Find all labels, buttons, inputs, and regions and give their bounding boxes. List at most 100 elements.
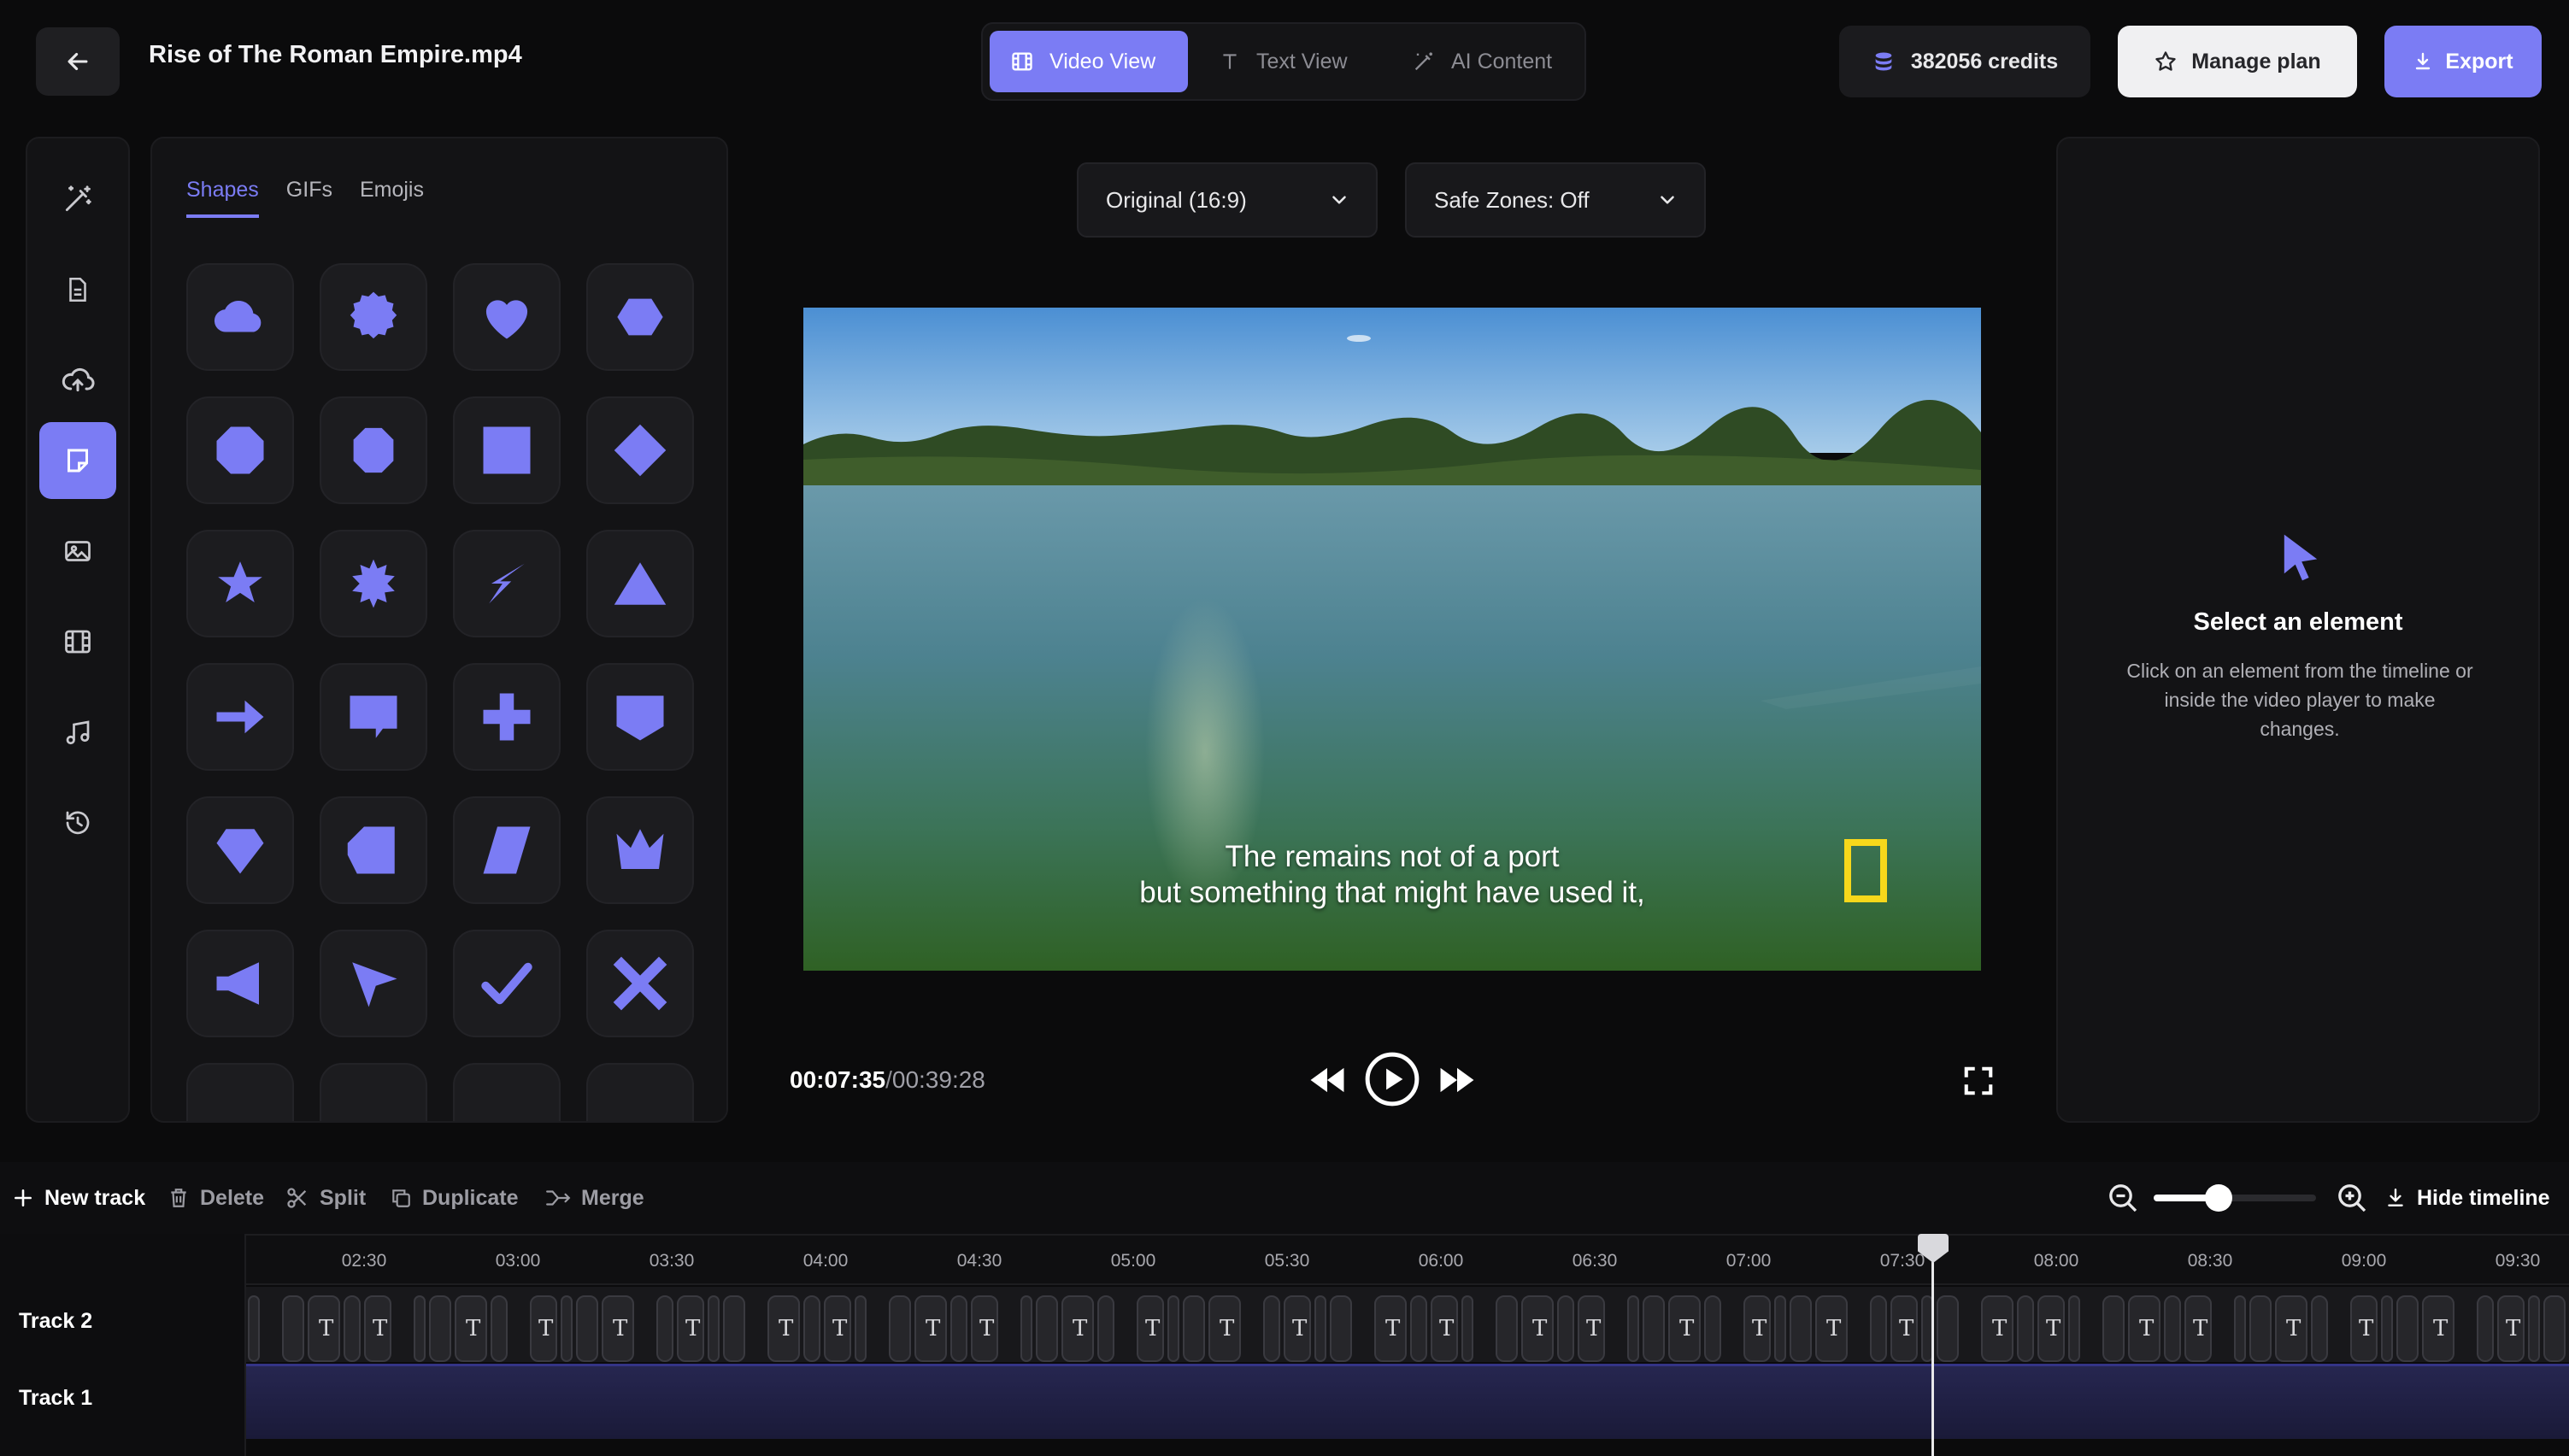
shape-x-mark[interactable] bbox=[586, 930, 694, 1037]
subtitle-clip[interactable] bbox=[2477, 1295, 2494, 1362]
playhead-line[interactable] bbox=[1931, 1236, 1934, 1456]
delete-button[interactable]: Delete bbox=[168, 1162, 264, 1234]
subtitle-clip[interactable]: T bbox=[308, 1295, 340, 1362]
shape-heart[interactable] bbox=[453, 263, 561, 371]
rail-magic-wand[interactable] bbox=[39, 161, 116, 238]
fullscreen-button[interactable] bbox=[1962, 1065, 1995, 1101]
subtitle-clip[interactable] bbox=[2249, 1295, 2272, 1362]
subtitle-clip[interactable]: T bbox=[1981, 1295, 2013, 1362]
subtitle-clip[interactable] bbox=[2543, 1295, 2566, 1362]
subtitle-clip[interactable] bbox=[1167, 1295, 1179, 1362]
shape-star[interactable] bbox=[186, 530, 294, 637]
subtitle-clip[interactable]: T bbox=[602, 1295, 634, 1362]
subtitle-clip[interactable] bbox=[561, 1295, 573, 1362]
subtitle-clip[interactable]: T bbox=[914, 1295, 947, 1362]
subtitle-clip[interactable]: T bbox=[1815, 1295, 1848, 1362]
subtitle-clip[interactable] bbox=[1036, 1295, 1058, 1362]
subtitle-clip[interactable] bbox=[491, 1295, 508, 1362]
subtitle-clip[interactable] bbox=[950, 1295, 967, 1362]
subtitle-clip[interactable]: T bbox=[364, 1295, 391, 1362]
subtitle-clip[interactable]: T bbox=[2350, 1295, 2378, 1362]
subtitle-clip[interactable] bbox=[1496, 1295, 1518, 1362]
video-canvas[interactable]: The remains not of a port but something … bbox=[803, 308, 1981, 971]
subtitle-clip[interactable] bbox=[1870, 1295, 1887, 1362]
subtitle-clip[interactable] bbox=[2396, 1295, 2419, 1362]
subtitle-clip[interactable] bbox=[2068, 1295, 2080, 1362]
subtitle-clip[interactable] bbox=[248, 1295, 260, 1362]
subtitle-clip[interactable]: T bbox=[1431, 1295, 1458, 1362]
timeline-ruler[interactable]: 02:30 03:00 03:30 04:00 04:30 05:00 05:30 06:00… bbox=[246, 1234, 2569, 1285]
shape-pentagon[interactable] bbox=[320, 796, 427, 904]
shape-lightning[interactable] bbox=[453, 530, 561, 637]
subtitle-clip[interactable] bbox=[855, 1295, 867, 1362]
subtitle-clip[interactable] bbox=[2164, 1295, 2181, 1362]
shape-shield[interactable] bbox=[586, 663, 694, 771]
subtitle-clip[interactable] bbox=[1704, 1295, 1721, 1362]
rail-video[interactable] bbox=[39, 603, 116, 680]
subtitle-clip[interactable]: T bbox=[1284, 1295, 1311, 1362]
tab-shapes[interactable]: Shapes bbox=[186, 178, 259, 218]
subtitle-clip[interactable] bbox=[708, 1295, 720, 1362]
subtitle-clip[interactable] bbox=[1183, 1295, 1205, 1362]
subtitle-clip[interactable] bbox=[2234, 1295, 2246, 1362]
subtitle-clip[interactable]: T bbox=[530, 1295, 557, 1362]
subtitle-clip[interactable] bbox=[1627, 1295, 1639, 1362]
subtitle-clip[interactable] bbox=[1330, 1295, 1352, 1362]
subtitle-clip[interactable]: T bbox=[767, 1295, 800, 1362]
track-label-2[interactable]: Track 2 bbox=[19, 1309, 92, 1334]
shape-cross[interactable] bbox=[453, 663, 561, 771]
shape-gem[interactable] bbox=[186, 796, 294, 904]
subtitle-clip[interactable] bbox=[889, 1295, 911, 1362]
rail-images[interactable] bbox=[39, 513, 116, 590]
subtitle-clip[interactable] bbox=[576, 1295, 598, 1362]
duplicate-button[interactable]: Duplicate bbox=[390, 1162, 519, 1234]
shape-checkmark[interactable] bbox=[453, 930, 561, 1037]
subtitle-clip[interactable] bbox=[1263, 1295, 1280, 1362]
tab-text-view[interactable]: Text View bbox=[1198, 31, 1368, 92]
shape-megaphone[interactable] bbox=[186, 930, 294, 1037]
export-button[interactable]: Export bbox=[2384, 26, 2542, 97]
safe-zones-select[interactable]: Safe Zones: Off bbox=[1405, 162, 1706, 238]
subtitle-clip[interactable] bbox=[2381, 1295, 2393, 1362]
shape-parallelogram[interactable] bbox=[453, 796, 561, 904]
shape-more[interactable] bbox=[453, 1063, 561, 1121]
rail-upload[interactable] bbox=[39, 342, 116, 419]
subtitle-clip[interactable] bbox=[282, 1295, 304, 1362]
shape-diamond[interactable] bbox=[586, 396, 694, 504]
subtitle-clip[interactable]: T bbox=[1521, 1295, 1554, 1362]
shape-heptagon[interactable] bbox=[320, 396, 427, 504]
shape-more[interactable] bbox=[186, 1063, 294, 1121]
subtitle-clip[interactable]: T bbox=[1668, 1295, 1701, 1362]
shape-square[interactable] bbox=[453, 396, 561, 504]
merge-button[interactable]: Merge bbox=[545, 1162, 644, 1234]
new-track-button[interactable]: New track bbox=[12, 1162, 145, 1234]
subtitle-clip[interactable]: T bbox=[1061, 1295, 1094, 1362]
subtitle-clip[interactable]: T bbox=[2128, 1295, 2160, 1362]
fast-forward-button[interactable] bbox=[1437, 1065, 1477, 1100]
subtitle-clip[interactable] bbox=[429, 1295, 451, 1362]
split-button[interactable]: Split bbox=[285, 1162, 366, 1234]
shape-speech-bubble[interactable] bbox=[320, 663, 427, 771]
track-label-1[interactable]: Track 1 bbox=[19, 1386, 92, 1411]
subtitle-clip[interactable] bbox=[1774, 1295, 1786, 1362]
aspect-ratio-select[interactable]: Original (16:9) bbox=[1077, 162, 1378, 238]
subtitle-clip[interactable]: T bbox=[2497, 1295, 2525, 1362]
subtitle-clip[interactable] bbox=[2311, 1295, 2328, 1362]
subtitle-clip[interactable] bbox=[2017, 1295, 2034, 1362]
back-button[interactable] bbox=[36, 27, 120, 96]
shape-more[interactable] bbox=[320, 1063, 427, 1121]
subtitle-clip[interactable]: T bbox=[677, 1295, 704, 1362]
shape-crown[interactable] bbox=[586, 796, 694, 904]
zoom-slider-handle[interactable] bbox=[2205, 1184, 2232, 1212]
shape-more[interactable] bbox=[586, 1063, 694, 1121]
subtitle-clip[interactable] bbox=[414, 1295, 426, 1362]
subtitle-clip[interactable]: T bbox=[971, 1295, 998, 1362]
subtitle-clip[interactable]: T bbox=[2184, 1295, 2212, 1362]
shape-triangle[interactable] bbox=[586, 530, 694, 637]
subtitle-clip[interactable] bbox=[1461, 1295, 1473, 1362]
subtitle-clip[interactable]: T bbox=[824, 1295, 851, 1362]
shape-starburst[interactable] bbox=[320, 530, 427, 637]
subtitle-clip[interactable]: T bbox=[2037, 1295, 2065, 1362]
subtitle-clip[interactable]: T bbox=[1374, 1295, 1407, 1362]
shape-octagon[interactable] bbox=[186, 396, 294, 504]
